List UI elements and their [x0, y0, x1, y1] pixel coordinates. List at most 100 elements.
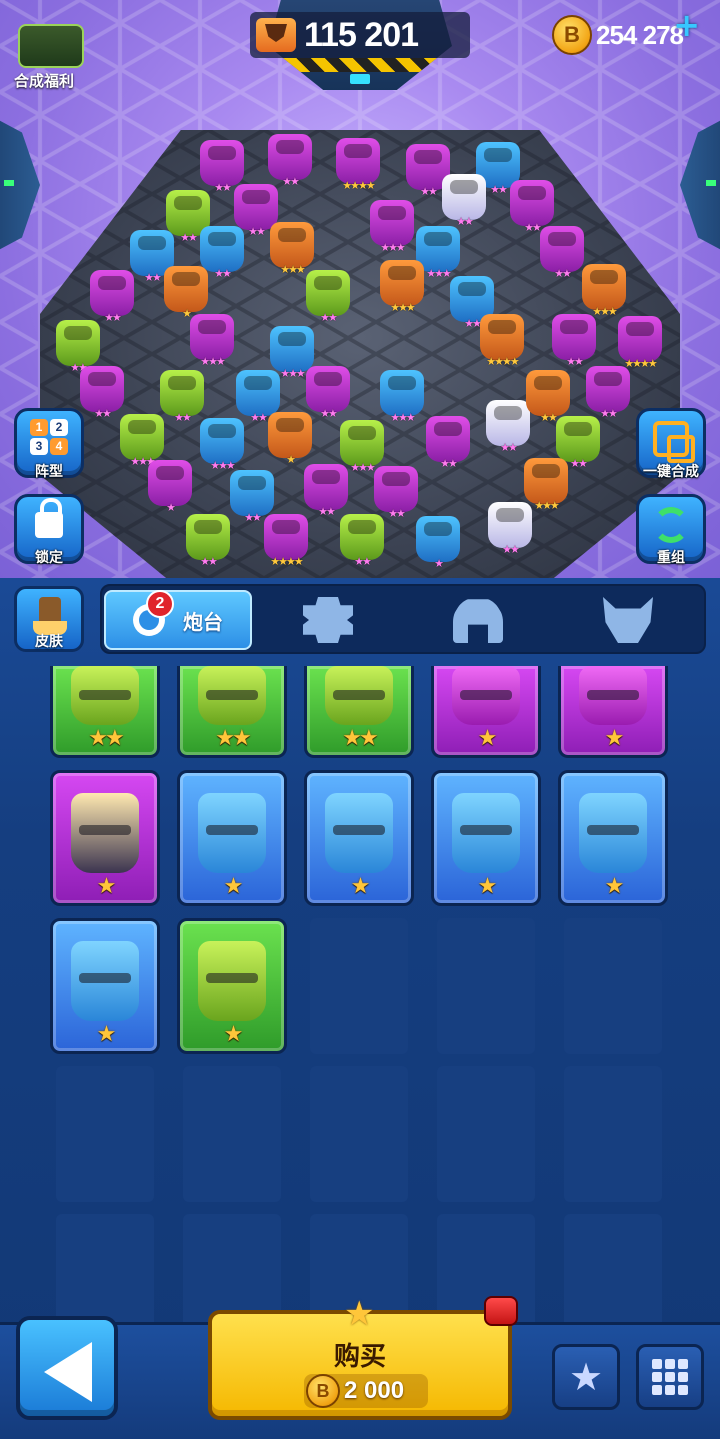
turret-purple[interactable]: ★★ — [586, 366, 630, 420]
empty-slot — [310, 1066, 408, 1202]
turret-green[interactable]: ★★ — [160, 370, 204, 424]
skin-label: 皮肤 — [35, 634, 63, 650]
auto-merge-button[interactable]: 一键合成 — [636, 408, 706, 480]
turret-purple[interactable]: ★★★★ — [264, 514, 308, 568]
turret-purple[interactable]: ★★ — [540, 226, 584, 280]
empty-slot — [437, 918, 535, 1054]
merge-bonus[interactable]: 合成福利 — [0, 20, 90, 90]
turret-card[interactable]: ★ — [558, 770, 668, 906]
turret-purple[interactable]: ★★★ — [370, 200, 414, 254]
turret-card[interactable]: ★ — [50, 918, 160, 1054]
turret-blue[interactable]: ★★ — [230, 470, 274, 524]
lock-button[interactable]: 锁定 — [14, 494, 84, 566]
turret-orange[interactable]: ★★★ — [380, 260, 424, 314]
empty-slot — [437, 1066, 535, 1202]
turret-board[interactable]: ★★ ★★ ★★★★ ★★ ★★ ★★ ★★ ★★★ ★★★ ★★ ★★ ★★ … — [40, 130, 680, 578]
new-items-badge: 2 — [146, 590, 174, 618]
coin-icon: B — [306, 1374, 340, 1408]
demon-icon — [603, 597, 653, 643]
turret-purple[interactable]: ★★ — [374, 466, 418, 520]
bonus-label: 合成福利 — [14, 72, 75, 90]
turret-orange[interactable]: ★★★ — [524, 458, 568, 512]
trophy-value: 115 201 — [304, 15, 419, 54]
trophy-counter: 115 201 — [250, 12, 470, 58]
turret-purple[interactable]: ★★ — [234, 184, 278, 238]
trophy-icon — [256, 18, 296, 52]
turret-blue[interactable]: ★★★ — [380, 370, 424, 424]
skin-button[interactable]: 皮肤 — [14, 586, 84, 652]
turret-orange[interactable]: ★★★ — [582, 264, 626, 318]
empty-slot — [310, 918, 408, 1054]
regroup-button[interactable]: 重组 — [636, 494, 706, 566]
add-coins-icon[interactable]: + — [673, 6, 700, 44]
turret-orange[interactable]: ★ — [164, 266, 208, 320]
tab-heroes[interactable] — [442, 590, 514, 650]
turret-orange[interactable]: ★★ — [526, 370, 570, 424]
turret-blue[interactable]: ★★★ — [270, 326, 314, 380]
turret-card[interactable]: ★★ — [50, 666, 160, 758]
merge-icon — [653, 421, 695, 463]
empty-slot — [56, 1066, 154, 1202]
turret-purple[interactable]: ★★ — [304, 464, 348, 518]
turret-green[interactable]: ★★ — [340, 514, 384, 568]
turret-purple[interactable]: ★★ — [426, 416, 470, 470]
turret-blue[interactable]: ★ — [416, 516, 460, 570]
grid-view-button[interactable] — [636, 1344, 704, 1410]
turret-card[interactable]: ★ — [50, 770, 160, 906]
tab-monsters[interactable] — [592, 590, 664, 650]
turret-purple[interactable]: ★★★★ — [336, 138, 380, 192]
turret-purple[interactable]: ★★ — [200, 140, 244, 194]
buy-button[interactable]: ★ 购买 B 2 000 — [208, 1294, 512, 1420]
turret-green[interactable]: ★★ — [556, 416, 600, 470]
turret-green[interactable]: ★★★ — [120, 414, 164, 468]
turret-green[interactable]: ★★ — [186, 514, 230, 568]
turret-blue[interactable]: ★★★ — [200, 418, 244, 472]
turret-purple[interactable]: ★★ — [510, 180, 554, 234]
turret-white[interactable]: ★★ — [488, 502, 532, 556]
coin-icon: B — [552, 15, 592, 55]
tab-skills[interactable] — [292, 590, 364, 650]
back-button[interactable] — [16, 1316, 118, 1420]
turret-card[interactable]: ★★ — [304, 666, 414, 758]
lock-icon — [35, 498, 63, 538]
turret-card[interactable]: ★ — [177, 918, 287, 1054]
formation-button[interactable]: 1 2 3 4 阵型 — [14, 408, 84, 480]
turret-purple[interactable]: ★★★★ — [618, 316, 662, 370]
turret-card[interactable]: ★ — [177, 770, 287, 906]
turret-blue[interactable]: ★★ — [200, 226, 244, 280]
turret-green[interactable]: ★★★ — [340, 420, 384, 474]
turret-purple[interactable]: ★ — [148, 460, 192, 514]
turret-purple[interactable]: ★★ — [90, 270, 134, 324]
empty-slot — [183, 1066, 281, 1202]
turret-purple[interactable]: ★★ — [80, 366, 124, 420]
turret-card[interactable]: ★ — [304, 770, 414, 906]
turret-card[interactable]: ★★ — [177, 666, 287, 758]
turret-purple[interactable]: ★★ — [552, 314, 596, 368]
turret-orange[interactable]: ★★★★ — [480, 314, 524, 368]
back-arrow-icon — [44, 1342, 92, 1402]
formation-icon: 1 2 3 4 — [30, 419, 68, 455]
turret-card[interactable]: ★ — [431, 666, 541, 758]
buy-price-value: 2 000 — [344, 1377, 405, 1404]
turret-blue[interactable]: ★★ — [236, 370, 280, 424]
formation-label: 阵型 — [35, 464, 63, 480]
turret-card[interactable]: ★ — [431, 770, 541, 906]
turret-purple[interactable]: ★★★ — [190, 314, 234, 368]
turret-card-grid: ★★ ★★ ★★ ★ ★ ★ ★ ★ ★ ★ ★ ★ — [50, 666, 670, 1350]
turret-purple[interactable]: ★★ — [268, 134, 312, 188]
turret-green[interactable]: ★★ — [56, 320, 100, 374]
category-tabs: 2 炮台 — [100, 584, 706, 654]
tab-turrets-label: 炮台 — [183, 609, 223, 634]
coin-value: 254 278 — [596, 19, 684, 50]
regroup-label: 重组 — [657, 550, 685, 566]
tab-turrets[interactable]: 2 炮台 — [104, 590, 252, 650]
buy-label: 购买 — [333, 1342, 386, 1372]
turret-orange[interactable]: ★★★ — [270, 222, 314, 276]
turret-purple[interactable]: ★★ — [306, 366, 350, 420]
turret-card[interactable]: ★ — [558, 666, 668, 758]
turret-white[interactable]: ★★ — [442, 174, 486, 228]
favorites-button[interactable]: ★ — [552, 1344, 620, 1410]
turret-green[interactable]: ★★ — [306, 270, 350, 324]
turret-white[interactable]: ★★ — [486, 400, 530, 454]
turret-orange[interactable]: ★ — [268, 412, 312, 466]
